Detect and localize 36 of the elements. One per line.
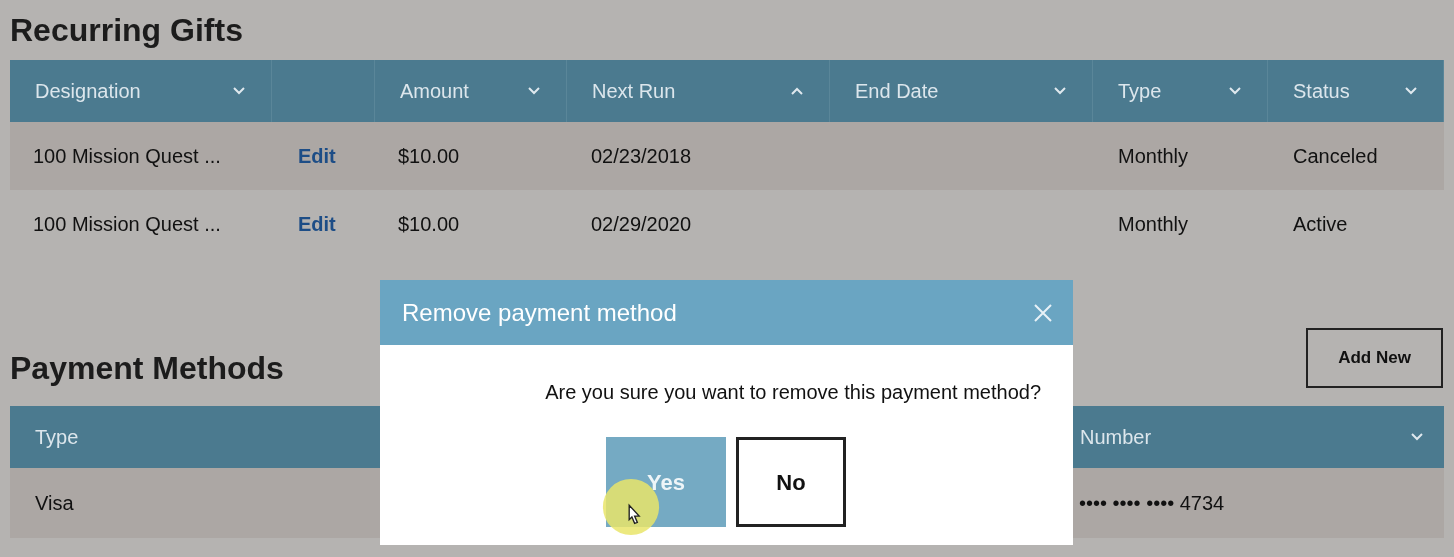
column-header[interactable]: Designation <box>35 76 141 106</box>
table-cell: $10.00 <box>398 145 460 167</box>
table-cell: 100 Mission Quest ... <box>33 213 221 235</box>
chevron-down-icon[interactable] <box>1053 86 1067 96</box>
edit-link[interactable]: Edit <box>298 213 336 235</box>
chevron-down-icon[interactable] <box>1228 86 1242 96</box>
table-cell: •••• •••• •••• 4734 <box>1079 492 1225 514</box>
column-header[interactable]: End Date <box>855 76 939 106</box>
chevron-up-icon[interactable] <box>790 86 804 96</box>
column-header[interactable]: Next Run <box>592 76 676 106</box>
table-cell: Active <box>1293 213 1348 235</box>
table-cell: Canceled <box>1293 145 1378 167</box>
column-header[interactable]: Type <box>1118 76 1162 106</box>
section-title: Payment Methods <box>10 352 284 384</box>
table-cell: 02/23/2018 <box>591 145 692 167</box>
column-header[interactable]: Status <box>1293 76 1350 106</box>
table-cell: $10.00 <box>398 213 460 235</box>
chevron-down-icon[interactable] <box>1404 86 1418 96</box>
add-new-button[interactable]: Add New <box>1306 328 1443 388</box>
table-cell: Visa <box>35 492 74 514</box>
dialog-message: Are you sure you want to remove this payment method? <box>545 380 1041 405</box>
column-header[interactable]: Number <box>1080 422 1152 452</box>
table-cell: 100 Mission Quest ... <box>33 145 221 167</box>
column-header[interactable]: Amount <box>400 76 469 106</box>
section-title: Recurring Gifts <box>10 14 243 46</box>
no-button[interactable]: No <box>736 437 846 527</box>
chevron-down-icon[interactable] <box>1410 432 1424 442</box>
close-icon[interactable] <box>1033 302 1053 323</box>
table-cell: Monthly <box>1118 145 1189 167</box>
chevron-down-icon[interactable] <box>527 86 541 96</box>
chevron-down-icon[interactable] <box>232 86 246 96</box>
edit-link[interactable]: Edit <box>298 145 336 167</box>
column-header[interactable]: Type <box>35 422 79 452</box>
dialog-title: Remove payment method <box>402 297 677 328</box>
table-cell: 02/29/2020 <box>591 213 692 235</box>
table-cell: Monthly <box>1118 213 1189 235</box>
